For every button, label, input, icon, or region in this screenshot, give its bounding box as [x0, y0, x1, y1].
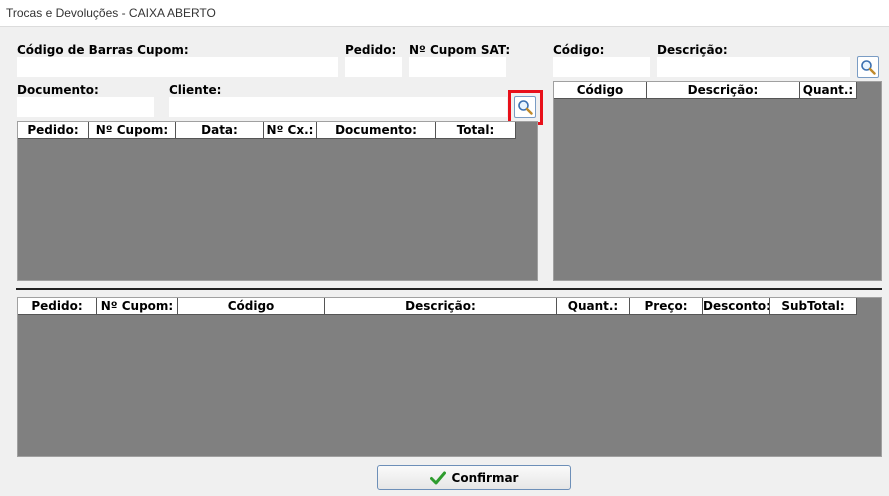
- col-num-cx[interactable]: Nº Cx.:: [264, 122, 317, 139]
- documento-label: Documento:: [17, 83, 99, 97]
- col-item-subtotal[interactable]: SubTotal:: [770, 298, 857, 315]
- magnifier-icon: [518, 100, 533, 115]
- magnifier-icon: [861, 60, 876, 75]
- confirm-label: Confirmar: [451, 470, 519, 485]
- window-titlebar: Trocas e Devoluções - CAIXA ABERTO: [0, 0, 889, 27]
- produtos-grid-header: Código Descrição: Quant.:: [554, 82, 857, 99]
- descricao-input[interactable]: [657, 57, 850, 77]
- col-item-desconto[interactable]: Desconto:: [703, 298, 770, 315]
- documento-input[interactable]: [17, 97, 154, 117]
- codigo-barras-label: Código de Barras Cupom:: [17, 43, 189, 57]
- section-separator: [16, 288, 882, 290]
- produtos-grid[interactable]: Código Descrição: Quant.:: [553, 81, 882, 281]
- confirm-button[interactable]: Confirmar: [377, 465, 571, 490]
- descricao-label: Descrição:: [657, 43, 728, 57]
- col-num-cupom[interactable]: Nº Cupom:: [89, 122, 176, 139]
- pedido-input[interactable]: [345, 57, 402, 77]
- produto-search-button[interactable]: [857, 56, 879, 78]
- cupom-sat-input[interactable]: [409, 57, 506, 77]
- window-title: Trocas e Devoluções - CAIXA ABERTO: [6, 6, 216, 20]
- col-quant[interactable]: Quant.:: [800, 82, 857, 99]
- col-item-codigo[interactable]: Código: [178, 298, 325, 315]
- cupom-sat-label: Nº Cupom SAT:: [409, 43, 511, 57]
- col-descricao[interactable]: Descrição:: [647, 82, 800, 99]
- cliente-input[interactable]: [169, 97, 507, 117]
- col-data[interactable]: Data:: [176, 122, 264, 139]
- col-item-pedido[interactable]: Pedido:: [18, 298, 97, 315]
- codigo-input[interactable]: [553, 57, 650, 77]
- col-item-preco[interactable]: Preço:: [630, 298, 703, 315]
- cliente-label: Cliente:: [169, 83, 222, 97]
- col-pedido[interactable]: Pedido:: [18, 122, 89, 139]
- col-total[interactable]: Total:: [436, 122, 516, 139]
- codigo-barras-input[interactable]: [17, 57, 338, 77]
- col-documento[interactable]: Documento:: [317, 122, 436, 139]
- cliente-search-button[interactable]: [514, 96, 536, 118]
- itens-grid-header: Pedido: Nº Cupom: Código Descrição: Quan…: [18, 298, 857, 315]
- col-item-descricao[interactable]: Descrição:: [325, 298, 557, 315]
- col-item-quant[interactable]: Quant.:: [557, 298, 630, 315]
- col-codigo[interactable]: Código: [554, 82, 647, 99]
- checkmark-icon: [429, 471, 446, 484]
- codigo-label: Código:: [553, 43, 605, 57]
- col-item-num-cupom[interactable]: Nº Cupom:: [97, 298, 178, 315]
- cupons-grid-header: Pedido: Nº Cupom: Data: Nº Cx.: Document…: [18, 122, 516, 139]
- itens-grid[interactable]: Pedido: Nº Cupom: Código Descrição: Quan…: [17, 297, 882, 457]
- pedido-label: Pedido:: [345, 43, 397, 57]
- cupons-grid[interactable]: Pedido: Nº Cupom: Data: Nº Cx.: Document…: [17, 121, 538, 281]
